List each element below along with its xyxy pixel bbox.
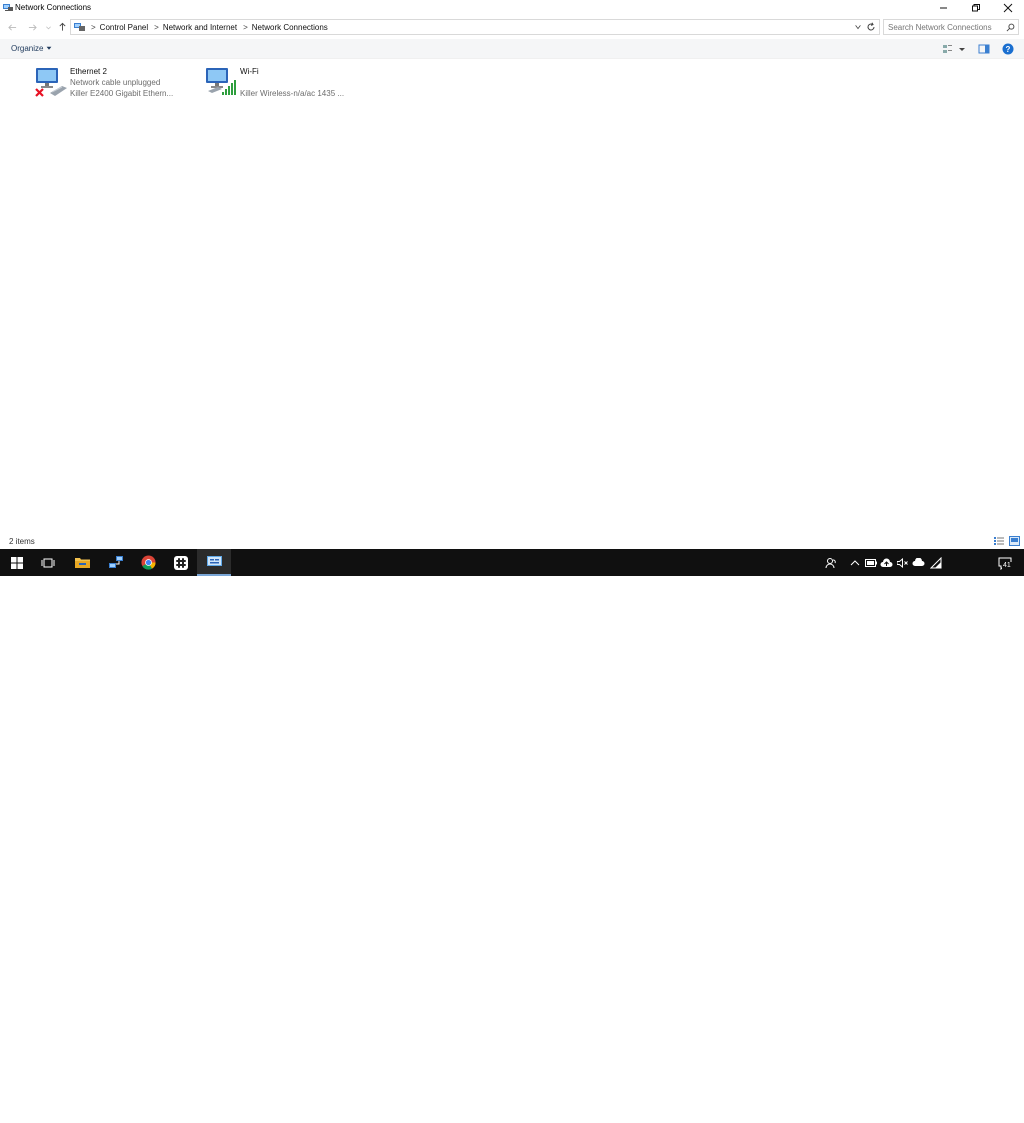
taskbar-clock[interactable]: 10:24 PM 30-Nov-17 xyxy=(942,1101,990,1123)
minimize-icon xyxy=(940,7,947,9)
show-hidden-icons-button[interactable] xyxy=(848,556,861,569)
slack-taskbar-button[interactable] xyxy=(164,549,198,576)
address-bar[interactable]: > Control Panel > Network and Internet >… xyxy=(70,19,880,35)
address-dropdown-icon[interactable] xyxy=(854,23,862,31)
start-button[interactable] xyxy=(0,549,34,576)
close-button[interactable] xyxy=(992,0,1024,16)
volume-tray-icon[interactable] xyxy=(896,556,909,569)
refresh-icon[interactable] xyxy=(866,22,876,32)
task-view-button[interactable] xyxy=(31,549,65,576)
chevron-down-icon xyxy=(45,26,51,29)
title-bar: Network Connections xyxy=(0,0,1024,16)
window-title: Network Connections xyxy=(15,3,92,12)
command-bar: Organize ? xyxy=(0,39,1024,59)
control-panel-icon xyxy=(206,555,222,566)
organize-button[interactable]: Organize xyxy=(11,44,52,53)
windows-logo-icon xyxy=(11,556,23,569)
wifi-signal-icon xyxy=(929,556,941,568)
item-count: 2 items xyxy=(9,537,35,546)
connection-device: Killer E2400 Gigabit Ethern... xyxy=(70,89,174,98)
search-input[interactable] xyxy=(888,22,1006,32)
large-icons-view-icon[interactable] xyxy=(1009,536,1020,546)
taskbar: 10:24 PM 30-Nov-17 41 xyxy=(0,549,1024,1122)
clock-time: 10:24 PM xyxy=(948,1102,984,1111)
back-arrow-icon xyxy=(7,23,16,31)
connection-name: Wi-Fi xyxy=(240,67,259,76)
clock-date: 30-Nov-17 xyxy=(947,1113,985,1122)
back-button[interactable] xyxy=(6,21,18,33)
svg-text:?: ? xyxy=(1006,45,1011,54)
chrome-taskbar-button[interactable] xyxy=(131,549,165,576)
speaker-muted-icon xyxy=(896,557,908,568)
cloud-icon xyxy=(912,558,925,566)
organize-label: Organize xyxy=(11,44,44,53)
connection-name: Ethernet 2 xyxy=(70,67,107,76)
breadcrumb-network-and-internet[interactable]: Network and Internet xyxy=(163,23,237,32)
up-button[interactable] xyxy=(56,21,68,33)
network-connections-app-icon xyxy=(3,4,13,11)
onedrive-tray-icon[interactable] xyxy=(912,556,925,569)
search-icon[interactable] xyxy=(1006,23,1015,32)
connection-device: Killer Wireless-n/a/ac 1435 ... xyxy=(240,89,345,98)
notification-count-badge: 41 xyxy=(1002,562,1012,570)
people-button[interactable] xyxy=(824,556,837,569)
chrome-icon xyxy=(140,555,156,570)
control-panel-taskbar-button[interactable] xyxy=(197,549,231,576)
ethernet-adapter-disconnected-icon xyxy=(35,68,67,97)
chevron-down-icon xyxy=(46,46,52,50)
restore-icon xyxy=(972,4,980,12)
breadcrumb-network-connections[interactable]: Network Connections xyxy=(252,23,328,32)
connection-status: Network cable unplugged xyxy=(70,78,161,87)
help-icon[interactable]: ? xyxy=(1002,43,1014,55)
forward-arrow-icon xyxy=(28,23,37,31)
file-explorer-icon xyxy=(74,558,90,568)
cloud-upload-icon xyxy=(880,558,893,567)
preview-pane-icon[interactable] xyxy=(978,43,990,55)
network-taskbar-button[interactable] xyxy=(99,549,133,576)
recent-locations-button[interactable] xyxy=(42,21,54,33)
up-arrow-icon xyxy=(58,22,66,31)
chevron-up-icon xyxy=(850,559,859,565)
forward-button[interactable] xyxy=(26,21,38,33)
battery-tray-icon[interactable] xyxy=(864,556,877,569)
wifi-adapter-icon xyxy=(206,68,236,95)
control-panel-icon xyxy=(74,23,85,31)
network-icon xyxy=(108,555,123,568)
breadcrumb-separator: > xyxy=(243,22,248,32)
breadcrumb-separator: > xyxy=(154,22,159,32)
connection-item-ethernet-2[interactable]: Ethernet 2 Network cable unplugged Kille… xyxy=(34,66,194,100)
breadcrumb-control-panel[interactable]: Control Panel xyxy=(100,23,148,32)
onedrive-upload-tray-icon[interactable] xyxy=(880,556,893,569)
task-view-icon xyxy=(41,558,55,567)
people-icon xyxy=(825,557,836,568)
action-center-button[interactable]: 41 xyxy=(996,555,1014,571)
file-explorer-taskbar-button[interactable] xyxy=(65,549,99,576)
connection-item-wifi[interactable]: Wi-Fi Killer Wireless-n/a/ac 1435 ... xyxy=(204,66,364,100)
minimize-button[interactable] xyxy=(928,0,960,16)
network-connections-window: Network Connections > Control Panel > Ne… xyxy=(0,0,1024,549)
breadcrumb-separator: > xyxy=(91,22,96,32)
search-box[interactable] xyxy=(883,19,1019,35)
details-view-icon[interactable] xyxy=(994,536,1005,546)
restore-button[interactable] xyxy=(960,0,992,16)
close-icon xyxy=(1003,3,1013,13)
wifi-tray-icon[interactable] xyxy=(929,556,942,569)
navigation-bar: > Control Panel > Network and Internet >… xyxy=(0,17,1024,37)
view-options-dropdown-icon[interactable] xyxy=(956,43,968,55)
slack-icon xyxy=(174,555,188,570)
change-view-icon[interactable] xyxy=(942,43,954,55)
battery-icon xyxy=(864,558,877,567)
